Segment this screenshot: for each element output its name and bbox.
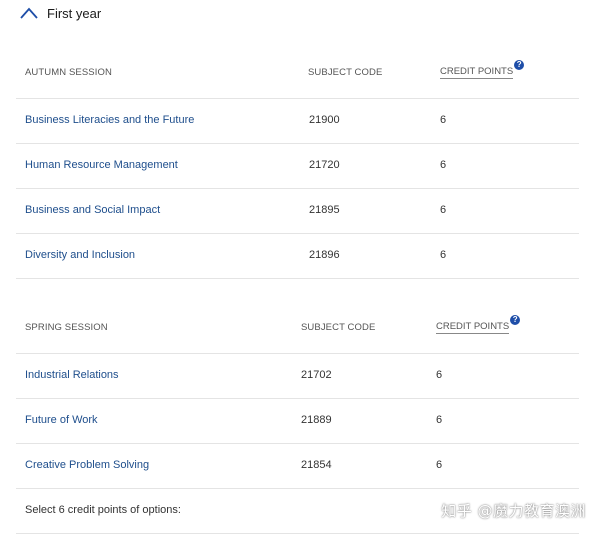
subject-code: 21702 xyxy=(301,369,332,381)
credit-points: 6 xyxy=(440,249,447,261)
table-row: Diversity and Inclusion 21896 6 xyxy=(16,234,579,279)
subject-link[interactable]: Business Literacies and the Future xyxy=(25,114,194,126)
help-icon[interactable]: ? xyxy=(510,315,521,325)
credit-points-header[interactable]: CREDIT POINTS ? xyxy=(436,315,521,334)
credit-points-header-label[interactable]: CREDIT POINTS xyxy=(436,321,510,334)
chevron-up-icon xyxy=(20,7,38,19)
table-row: Industrial Relations 21702 6 xyxy=(16,354,579,399)
table-row: Business and Social Impact 21895 6 xyxy=(16,189,579,234)
table-row: Human Resource Management 21720 6 xyxy=(16,144,579,189)
help-icon[interactable]: ? xyxy=(514,60,525,70)
subject-code: 21854 xyxy=(301,459,332,471)
table-row: Business Literacies and the Future 21900… xyxy=(16,99,579,144)
subject-link[interactable]: Diversity and Inclusion xyxy=(25,249,135,261)
subject-code: 21895 xyxy=(309,204,340,216)
subject-code: 21720 xyxy=(309,159,340,171)
session-header: SPRING SESSION xyxy=(25,322,108,333)
subject-code: 21896 xyxy=(309,249,340,261)
table-row: Future of Work 21889 6 xyxy=(16,399,579,444)
session-header: AUTUMN SESSION xyxy=(25,67,112,78)
credit-points: 6 xyxy=(440,204,447,216)
options-text: Select 6 credit points of options: xyxy=(25,504,181,516)
subject-code-header: SUBJECT CODE xyxy=(301,322,376,333)
table-header: AUTUMN SESSION SUBJECT CODE CREDIT POINT… xyxy=(16,46,579,99)
year-title: First year xyxy=(47,5,102,21)
subject-link[interactable]: Business and Social Impact xyxy=(25,204,160,216)
table-row: Creative Problem Solving 21854 6 xyxy=(16,444,579,489)
subject-link[interactable]: Future of Work xyxy=(25,414,98,426)
credit-points: 6 xyxy=(440,159,447,171)
credit-points: 6 xyxy=(436,459,443,471)
credit-points: 6 xyxy=(436,414,443,426)
credit-points-header[interactable]: CREDIT POINTS ? xyxy=(440,60,525,79)
subject-link[interactable]: Industrial Relations xyxy=(25,369,119,381)
autumn-session-table: AUTUMN SESSION SUBJECT CODE CREDIT POINT… xyxy=(16,46,579,279)
credit-points-header-label[interactable]: CREDIT POINTS xyxy=(440,66,514,79)
table-header: SPRING SESSION SUBJECT CODE CREDIT POINT… xyxy=(16,301,579,354)
credit-points: 6 xyxy=(436,369,443,381)
first-year-toggle[interactable]: First year xyxy=(20,4,101,22)
credit-points: 6 xyxy=(440,114,447,126)
subject-code-header: SUBJECT CODE xyxy=(308,67,383,78)
subject-link[interactable]: Creative Problem Solving xyxy=(25,459,149,471)
subject-code: 21900 xyxy=(309,114,340,126)
watermark: 知乎 @魔力教育澳洲 xyxy=(441,502,586,520)
subject-code: 21889 xyxy=(301,414,332,426)
subject-link[interactable]: Human Resource Management xyxy=(25,159,178,171)
